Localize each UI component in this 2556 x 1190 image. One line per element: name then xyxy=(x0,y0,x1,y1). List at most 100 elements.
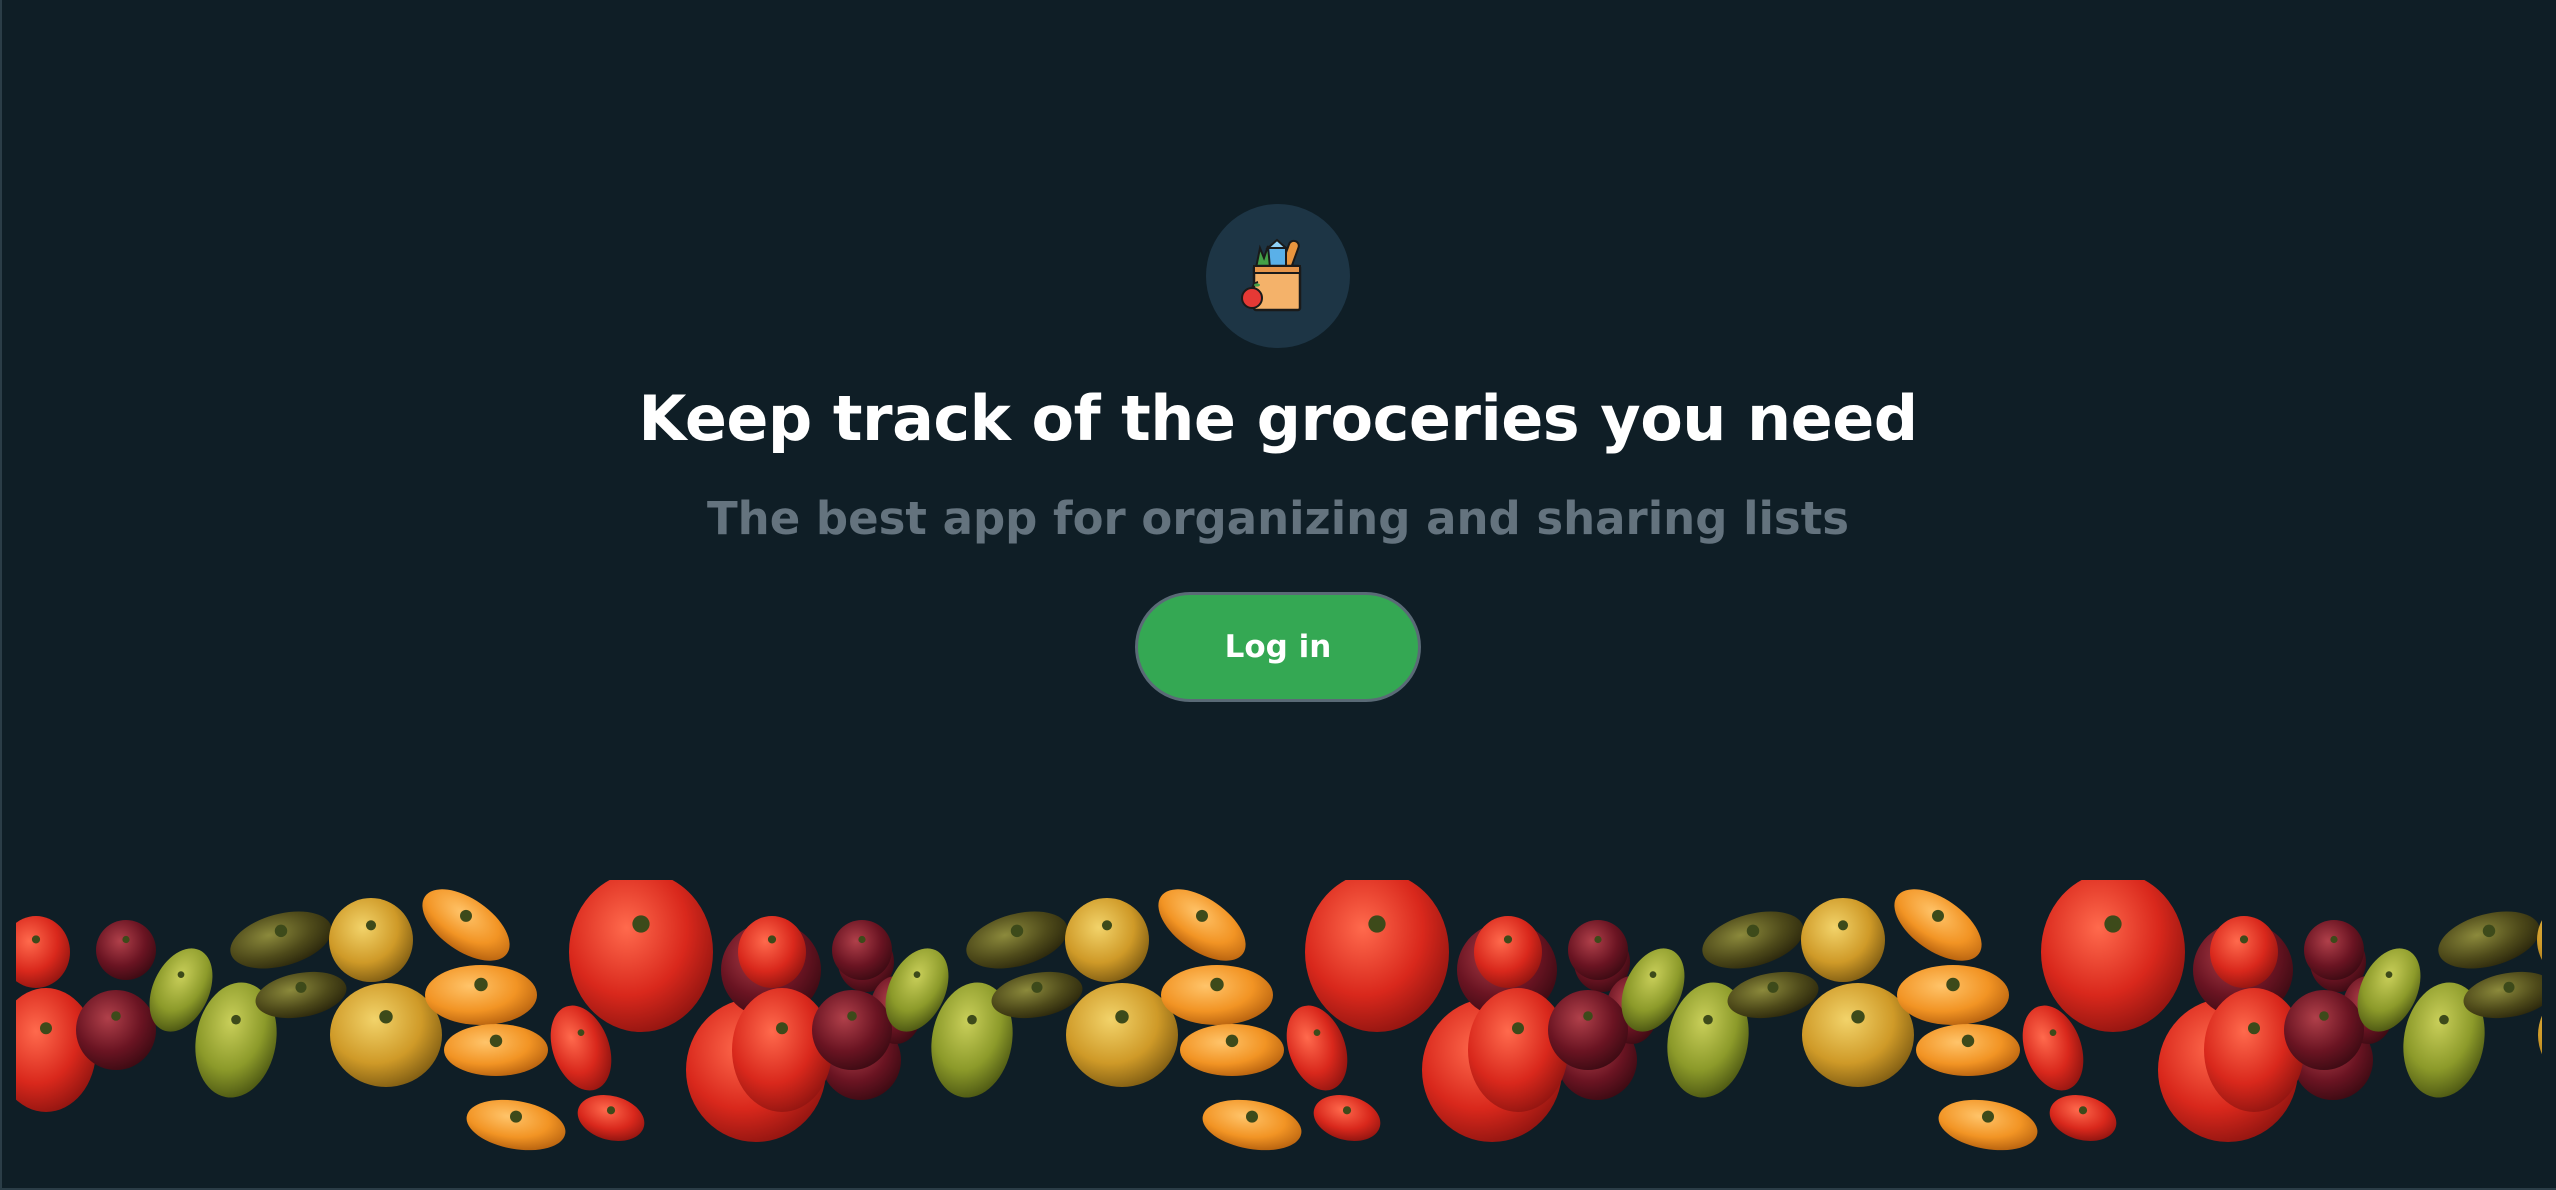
tomato-graphic xyxy=(1468,988,1568,1112)
hero-section: Keep track of the groceries you need The… xyxy=(0,204,2556,703)
tomato-graphic xyxy=(2210,916,2278,988)
tomato-stem-graphic xyxy=(1946,977,1960,992)
tomato-stem-graphic xyxy=(847,1011,857,1021)
tomato-stem-graphic xyxy=(31,935,41,944)
tomato-stem-graphic xyxy=(2239,935,2249,944)
tomato-graphic xyxy=(1568,920,1628,980)
tomato-stem-graphic xyxy=(967,1014,977,1025)
tomato-stem-graphic xyxy=(274,924,288,938)
tomato-stem-graphic xyxy=(1210,977,1224,992)
tomato-stem-graphic xyxy=(489,1034,503,1048)
tomato-graphic xyxy=(1313,1094,1381,1142)
tomato-graphic xyxy=(330,983,442,1087)
tomato-stem-graphic xyxy=(913,971,921,978)
page-title: Keep track of the groceries you need xyxy=(638,382,1918,455)
tomato-stem-graphic xyxy=(474,977,488,992)
tomato-graphic xyxy=(1548,990,1628,1070)
tomato-graphic xyxy=(1158,889,1246,961)
tomato-stem-graphic xyxy=(1196,909,1208,922)
tomato-stem-graphic xyxy=(1010,924,1024,938)
tomato-stem-graphic xyxy=(231,1014,241,1025)
page-subtitle: The best app for organizing and sharing … xyxy=(706,492,1850,546)
tomato-graphic xyxy=(76,990,156,1070)
tomato-graphic xyxy=(96,920,156,980)
tomato-stem-graphic xyxy=(510,1110,522,1123)
tomato-stem-graphic xyxy=(1851,1010,1865,1024)
tomato-stem-graphic xyxy=(1982,1110,1994,1123)
tomato-stem-graphic xyxy=(2503,981,2515,993)
tomato-graphic xyxy=(444,1024,548,1076)
tomato-graphic xyxy=(2438,911,2540,969)
tomato-graphic xyxy=(1897,965,2009,1025)
tomato-graphic xyxy=(812,990,892,1070)
grocery-bag-icon xyxy=(1241,238,1302,312)
tomato-stem-graphic xyxy=(2330,935,2338,944)
tomato-stem-graphic xyxy=(767,935,777,944)
tomato-stem-graphic xyxy=(1101,920,1113,931)
tomato-graphic xyxy=(1474,916,1542,988)
tomato-stem-graphic xyxy=(1746,924,1760,938)
tomato-graphic xyxy=(832,920,892,980)
tomato-graphic xyxy=(2284,990,2364,1070)
tomato-graphic xyxy=(1801,898,1885,982)
tomato-stem-graphic xyxy=(606,1106,616,1115)
tomato-graphic xyxy=(1802,983,1914,1087)
tomato-graphic xyxy=(1938,1099,2038,1151)
tomato-stem-graphic xyxy=(2078,1106,2088,1115)
tomato-stem-graphic xyxy=(577,1029,585,1036)
tomato-stem-graphic xyxy=(365,920,377,931)
tomato-stem-graphic xyxy=(2439,1014,2449,1025)
tomato-graphic xyxy=(425,965,537,1025)
tomato-stem-graphic xyxy=(2385,971,2393,978)
tomato-stem-graphic xyxy=(1703,1014,1713,1025)
tomato-stem-graphic xyxy=(2104,915,2122,933)
tomato-graphic xyxy=(230,911,332,969)
tomato-stem-graphic xyxy=(1932,909,1944,922)
landing-page: Keep track of the groceries you need The… xyxy=(0,0,2556,1190)
tomato-stem-graphic xyxy=(632,915,650,933)
tomato-graphic xyxy=(1202,1099,1302,1151)
tomato-graphic xyxy=(1065,898,1149,982)
tomato-graphic xyxy=(1894,889,1982,961)
tomato-graphic xyxy=(422,889,510,961)
tomato-graphic xyxy=(466,1099,566,1151)
tomato-graphic xyxy=(1702,911,1804,969)
tomato-stem-graphic xyxy=(295,981,307,993)
tomato-stem-graphic xyxy=(1031,981,1043,993)
tomato-stem-graphic xyxy=(1115,1010,1129,1024)
tomato-graphic xyxy=(1305,880,1449,1032)
tomato-stem-graphic xyxy=(1767,981,1779,993)
tomato-stem-graphic xyxy=(40,1022,52,1035)
tomato-stem-graphic xyxy=(1837,920,1849,931)
tomato-stem-graphic xyxy=(1225,1034,1239,1048)
tomato-stem-graphic xyxy=(177,971,185,978)
tomato-stem-graphic xyxy=(858,935,866,944)
tomato-stem-graphic xyxy=(1246,1110,1258,1123)
tomato-stem-graphic xyxy=(2319,1011,2329,1021)
tomato-graphic xyxy=(2204,988,2304,1112)
tomato-stem-graphic xyxy=(379,1010,393,1024)
tomato-graphic xyxy=(732,988,832,1112)
tomato-stem-graphic xyxy=(1512,1022,1524,1035)
tomato-graphic xyxy=(2537,920,2542,960)
tomato-stem-graphic xyxy=(2049,1029,2057,1036)
tomato-graphic xyxy=(577,1094,645,1142)
tomato-graphic xyxy=(329,898,413,982)
app-logo xyxy=(1206,204,1350,348)
tomato-stem-graphic xyxy=(1961,1034,1975,1048)
tomato-stem-graphic xyxy=(1503,935,1513,944)
tomato-stem-graphic xyxy=(2482,924,2496,938)
tomato-graphic xyxy=(16,916,70,988)
tomato-stem-graphic xyxy=(1583,1011,1593,1021)
tomato-stem-graphic xyxy=(1368,915,1386,933)
tomato-stem-graphic xyxy=(460,909,472,922)
tomato-graphic xyxy=(1066,983,1178,1087)
login-button[interactable]: Log in xyxy=(1135,592,1421,703)
tomato-graphic xyxy=(1180,1024,1284,1076)
tomato-stem-graphic xyxy=(1594,935,1602,944)
tomato-graphic xyxy=(966,911,1068,969)
tomato-stem-graphic xyxy=(2248,1022,2260,1035)
tomato-stem-graphic xyxy=(776,1022,788,1035)
tomato-graphic xyxy=(738,916,806,988)
tomato-graphic xyxy=(1161,965,1273,1025)
